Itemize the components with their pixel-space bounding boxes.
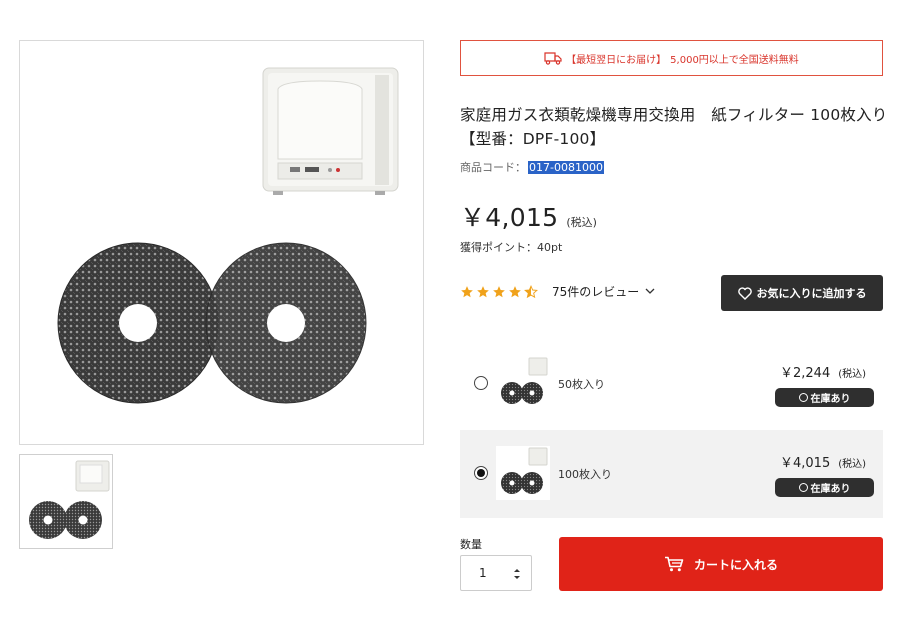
shipping-banner: 【最短翌日にお届け】 5,000円以上で全国送料無料 — [460, 40, 883, 76]
quantity-select[interactable]: 1 — [460, 555, 532, 591]
product-code: 商品コード： 017-0081000 — [460, 159, 604, 175]
quantity-label: 数量 — [460, 538, 482, 551]
variant-thumbnail — [496, 356, 550, 410]
product-code-label: 商品コード： — [460, 161, 526, 174]
points-info: 獲得ポイント：40pt — [460, 241, 563, 254]
variant-price: ￥2,244 — [780, 366, 831, 381]
truck-icon — [544, 52, 562, 65]
star-half-icon — [524, 284, 538, 298]
cart-icon — [664, 556, 684, 572]
product-title: 家庭用ガス衣類乾燥機専用交換用 紙フィルター 100枚入り【型番：DPF-100… — [460, 106, 888, 148]
filter-discs-image — [57, 242, 367, 404]
star-full-icon — [509, 285, 521, 297]
rating-row: 75件のレビュー — [460, 283, 655, 300]
review-link[interactable]: 75件のレビュー — [552, 283, 655, 300]
main-product-image — [19, 40, 424, 445]
chevron-down-icon — [645, 288, 655, 294]
tax-label: (税込) — [566, 216, 597, 229]
quantity-value: 1 — [479, 566, 487, 580]
variant-tax: (税込) — [838, 459, 867, 470]
star-full-icon — [461, 285, 473, 297]
variant-option-50[interactable]: 50枚入り ￥2,244 (税込) 在庫あり — [460, 340, 883, 428]
cart-label: カートに入れる — [693, 557, 778, 572]
price-row: ￥4,015 (税込) — [460, 198, 597, 234]
stock-badge: 在庫あり — [775, 478, 874, 497]
variant-radio[interactable] — [474, 376, 488, 390]
heart-icon — [737, 286, 752, 300]
product-price: ￥4,015 — [460, 203, 559, 232]
star-full-icon — [493, 285, 505, 297]
add-to-cart-button[interactable]: カートに入れる — [559, 537, 883, 591]
variant-price: ￥4,015 — [780, 456, 831, 471]
dryer-image — [262, 67, 399, 195]
variant-price-row: ￥2,244 (税込) — [780, 362, 866, 381]
in-stock-icon — [798, 483, 808, 492]
shipping-text: 5,000円以上で全国送料無料 — [670, 54, 799, 66]
select-arrows-icon — [514, 569, 520, 579]
star-rating — [460, 284, 538, 299]
product-photo — [57, 67, 399, 404]
variant-label: 50枚入り — [558, 378, 605, 391]
variant-thumbnail — [496, 446, 550, 500]
in-stock-icon — [798, 393, 808, 402]
review-count: 75件のレビュー — [552, 285, 640, 299]
stock-label: 在庫あり — [810, 394, 851, 405]
variant-price-row: ￥4,015 (税込) — [780, 452, 866, 471]
variant-label: 100枚入り — [558, 468, 612, 481]
favorites-label: お気に入りに追加する — [756, 287, 867, 300]
variant-tax: (税込) — [838, 369, 867, 380]
add-to-favorites-button[interactable]: お気に入りに追加する — [721, 275, 883, 311]
thumbnail-image[interactable] — [19, 454, 113, 549]
variant-option-100[interactable]: 100枚入り ￥4,015 (税込) 在庫あり — [460, 430, 883, 518]
shipping-highlight: 【最短翌日にお届け】 — [566, 54, 667, 66]
star-full-icon — [477, 285, 489, 297]
stock-label: 在庫あり — [810, 484, 851, 495]
product-code-value: 017-0081000 — [528, 160, 604, 174]
variant-radio-selected[interactable] — [474, 466, 488, 480]
stock-badge: 在庫あり — [775, 388, 874, 407]
